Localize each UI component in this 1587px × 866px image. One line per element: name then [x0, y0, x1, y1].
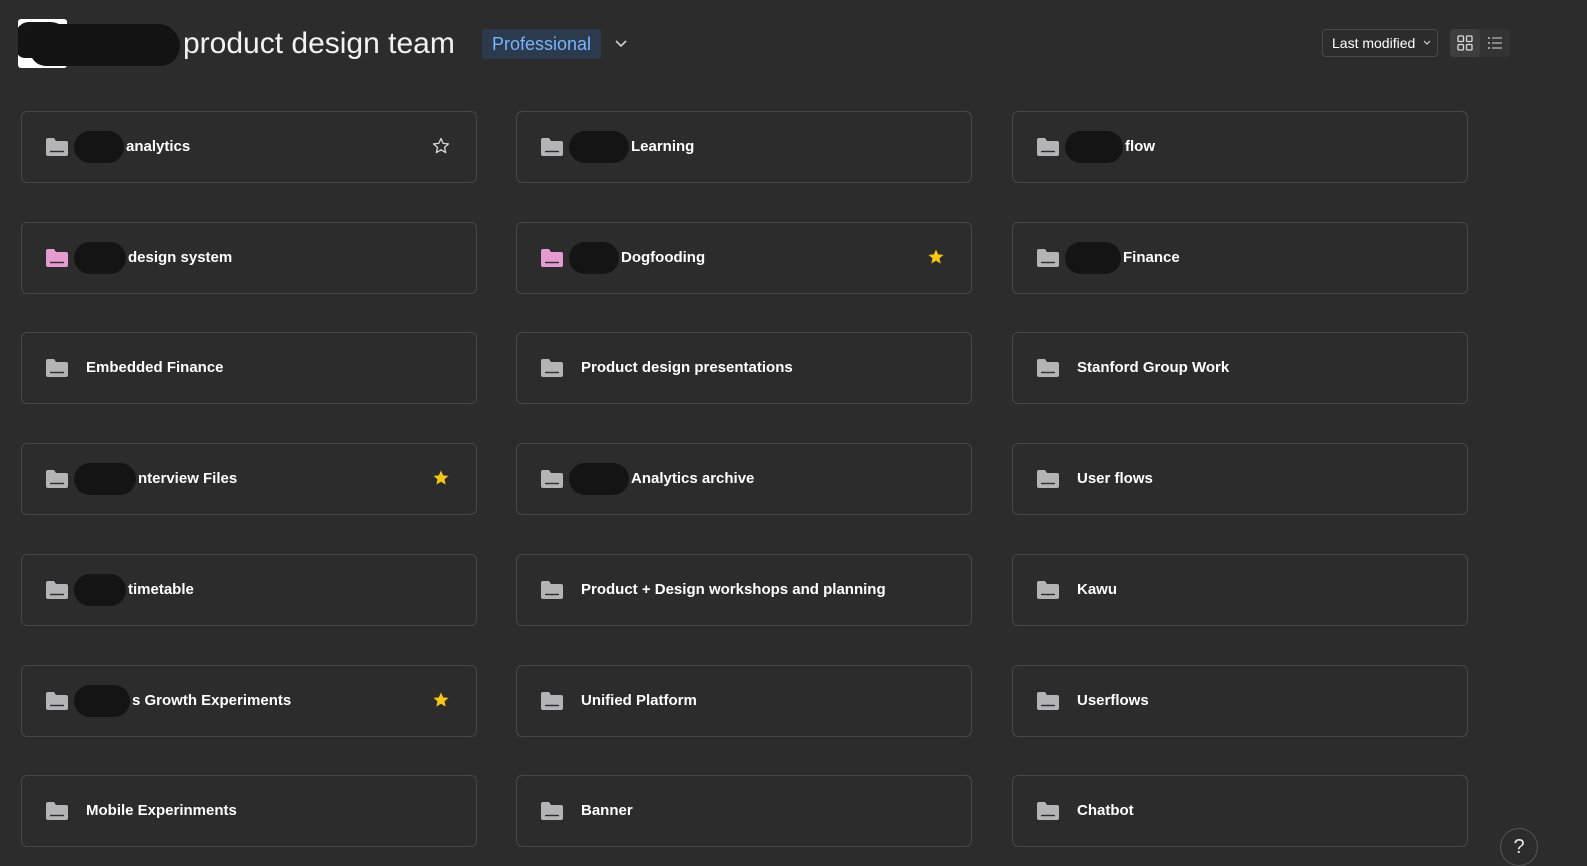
folder-card[interactable]: Dogfooding [516, 222, 972, 294]
folder-name: Kawu [1077, 581, 1118, 598]
redacted-text [569, 242, 619, 274]
star-icon[interactable] [432, 137, 450, 155]
redacted-text [569, 131, 629, 163]
folder-name: Embedded Finance [86, 359, 224, 376]
folder-card[interactable]: User flows [1012, 443, 1468, 515]
folder-card[interactable]: Finance [1012, 222, 1468, 294]
redacted-text [74, 131, 124, 163]
folder-icon [541, 802, 563, 820]
folder-icon [541, 138, 563, 156]
folder-icon [541, 359, 563, 377]
folder-card[interactable]: Userflows [1012, 665, 1468, 737]
folder-name: nterview Files [138, 470, 238, 487]
folder-icon [1037, 581, 1059, 599]
folder-card[interactable]: Stanford Group Work [1012, 332, 1468, 404]
star-icon[interactable] [432, 469, 450, 487]
folder-card[interactable]: Embedded Finance [21, 332, 477, 404]
folder-icon [1037, 249, 1059, 267]
redacted-text [74, 574, 126, 606]
redacted-text [74, 685, 130, 717]
folder-name: Product + Design workshops and planning [581, 581, 886, 598]
folder-name: flow [1125, 138, 1155, 155]
folder-icon [541, 692, 563, 710]
folder-card[interactable]: Banner [516, 775, 972, 847]
folder-card[interactable]: s Growth Experiments [21, 665, 477, 737]
folder-icon [46, 249, 68, 267]
folder-icon [46, 802, 68, 820]
redacted-text [1065, 242, 1121, 274]
folder-icon [1037, 359, 1059, 377]
folder-name: analytics [126, 138, 191, 155]
folder-card[interactable]: nterview Files [21, 443, 477, 515]
folder-icon [46, 138, 68, 156]
folder-card[interactable]: Analytics archive [516, 443, 972, 515]
folder-card[interactable]: Mobile Experinments [21, 775, 477, 847]
folder-icon [46, 470, 68, 488]
folder-card[interactable]: Product + Design workshops and planning [516, 554, 972, 626]
folder-name: Userflows [1077, 692, 1149, 709]
folder-name: Unified Platform [581, 692, 697, 709]
folder-card[interactable]: flow [1012, 111, 1468, 183]
folder-name: Product design presentations [581, 359, 793, 376]
folder-icon [541, 581, 563, 599]
folder-name: Mobile Experinments [86, 802, 237, 819]
folder-icon [46, 359, 68, 377]
folder-name: s Growth Experiments [132, 692, 292, 709]
folder-name: Chatbot [1077, 802, 1134, 819]
folder-card[interactable]: Kawu [1012, 554, 1468, 626]
folder-card[interactable]: Chatbot [1012, 775, 1468, 847]
folder-card[interactable]: timetable [21, 554, 477, 626]
folder-icon [46, 692, 68, 710]
star-icon[interactable] [432, 691, 450, 709]
folder-name: Stanford Group Work [1077, 359, 1230, 376]
folder-icon [1037, 692, 1059, 710]
folder-icon [1037, 138, 1059, 156]
star-icon[interactable] [927, 248, 945, 266]
folder-card[interactable]: design system [21, 222, 477, 294]
redacted-text [74, 242, 126, 274]
folder-icon [541, 470, 563, 488]
folder-name: timetable [128, 581, 194, 598]
redacted-text [569, 463, 629, 495]
folder-name: Banner [581, 802, 633, 819]
folder-grid: analytics Learning flow design system Dogfoo… [0, 0, 1587, 865]
folder-icon [1037, 470, 1059, 488]
folder-icon [541, 249, 563, 267]
folder-name: Learning [631, 138, 695, 155]
folder-name: Analytics archive [631, 470, 755, 487]
folder-icon [1037, 802, 1059, 820]
folder-name: design system [128, 249, 233, 266]
folder-card[interactable]: analytics [21, 111, 477, 183]
folder-name: Dogfooding [621, 249, 706, 266]
folder-icon [46, 581, 68, 599]
help-button[interactable]: ? [1500, 828, 1538, 866]
folder-card[interactable]: Product design presentations [516, 332, 972, 404]
folder-name: Finance [1123, 249, 1180, 266]
redacted-text [74, 463, 136, 495]
redacted-text [1065, 131, 1123, 163]
folder-card[interactable]: Unified Platform [516, 665, 972, 737]
folder-name: User flows [1077, 470, 1153, 487]
folder-card[interactable]: Learning [516, 111, 972, 183]
